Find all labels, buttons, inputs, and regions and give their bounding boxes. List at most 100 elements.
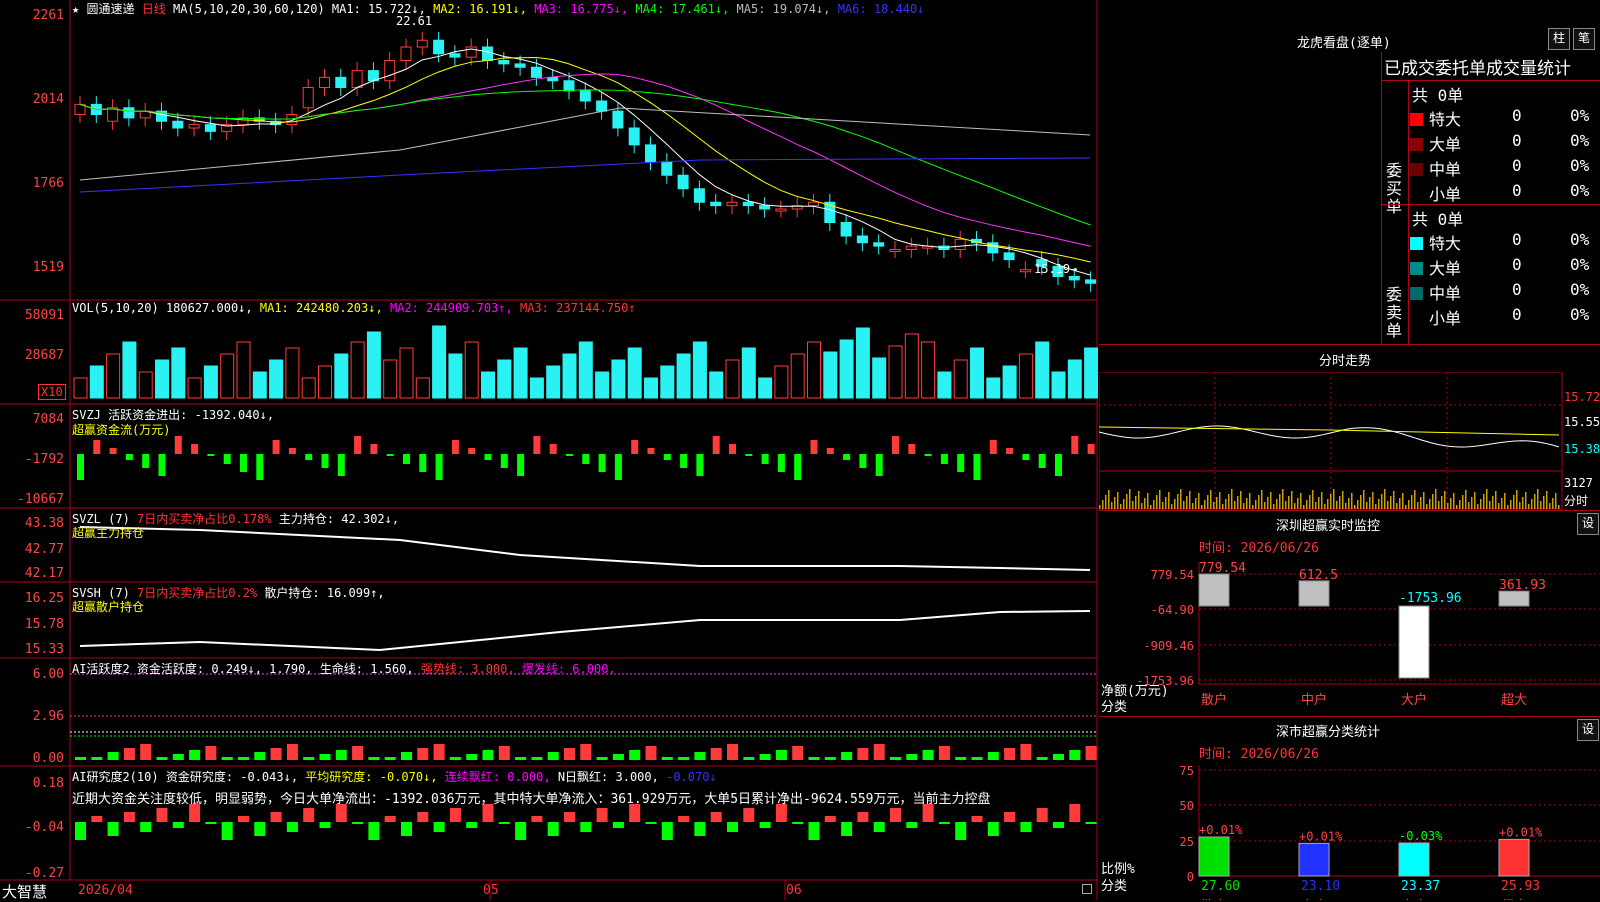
candle-body[interactable] (759, 205, 771, 210)
candle-body[interactable] (335, 76, 347, 88)
candle-body[interactable] (302, 87, 314, 109)
candle-body[interactable] (905, 245, 917, 250)
fund-flow-bar (843, 454, 851, 460)
activity-bar (612, 754, 624, 760)
candle-body[interactable] (1085, 279, 1097, 284)
intraday-vol-bar (1348, 498, 1350, 509)
volume-bar (106, 353, 121, 399)
stock-name[interactable]: 圆通速递 (86, 2, 134, 16)
intraday-vol-bar (1210, 490, 1212, 509)
candle-body[interactable] (286, 114, 298, 126)
lhb-row-name: 特大 (1429, 234, 1462, 253)
volume-bar (839, 339, 854, 399)
fund-flow-bar (1087, 444, 1095, 454)
ai-activity-title: AI活跃度2 (72, 662, 130, 676)
candle-body[interactable] (498, 60, 510, 65)
intraday-vol-bar (1504, 493, 1506, 509)
activity-bar (1085, 746, 1097, 760)
lhb-tabs[interactable]: 已成交委托单成交量统计 (1384, 54, 1571, 79)
intraday-vol-bar (1483, 494, 1485, 509)
candle-body[interactable] (1068, 276, 1080, 281)
vol-yaxis-1: 58091 (24, 308, 64, 323)
research-bar (254, 822, 266, 836)
intraday-chart[interactable] (1099, 372, 1600, 510)
fund-flow-bar (647, 448, 655, 454)
candle-body[interactable] (1003, 252, 1015, 261)
candle-body[interactable] (351, 70, 363, 88)
classify-settings-button[interactable]: 设 (1577, 719, 1599, 741)
candle-body[interactable] (416, 39, 428, 48)
candle-body[interactable] (514, 63, 526, 68)
monitor-settings-button[interactable]: 设 (1577, 513, 1599, 535)
candle-body[interactable] (123, 107, 135, 119)
candle-body[interactable] (726, 201, 738, 207)
candle-body[interactable] (873, 242, 885, 247)
activity-bar (857, 748, 869, 760)
lhb-row-name: 大单 (1429, 135, 1462, 154)
ma2-value: MA2: 16.191↓, (433, 2, 527, 16)
favorite-star-icon[interactable]: ★ (72, 2, 79, 16)
intraday-vol-bar (1258, 495, 1260, 509)
candle-body[interactable] (547, 76, 559, 82)
candle-body[interactable] (856, 235, 868, 244)
candle-body[interactable] (172, 120, 184, 129)
period-label[interactable]: 日线 (142, 2, 166, 16)
candle-body[interactable] (677, 174, 689, 190)
intraday-vol-bar (1114, 497, 1116, 509)
lhb-row-count: 0 (1512, 156, 1522, 175)
intraday-vol-bar (1393, 491, 1395, 509)
fund-flow-bar (142, 454, 150, 468)
candle-body[interactable] (530, 66, 542, 78)
lock-icon[interactable] (1082, 884, 1092, 894)
candle-body[interactable] (612, 110, 624, 129)
fund-flow-bar (1038, 454, 1046, 468)
candle-body[interactable] (188, 124, 200, 129)
candle-body[interactable] (808, 201, 819, 207)
monitor-bar (1498, 590, 1530, 607)
candle-body[interactable] (840, 222, 852, 237)
candle-body[interactable] (204, 124, 216, 132)
candle-body[interactable] (889, 249, 901, 252)
tick-view-button[interactable]: 笔 (1573, 28, 1595, 50)
candle-body[interactable] (693, 188, 705, 203)
candle-body[interactable] (775, 208, 787, 212)
candle-body[interactable] (433, 39, 445, 55)
intraday-vol-bar (1411, 495, 1413, 509)
intraday-vol-bar (1381, 494, 1383, 509)
candle-body[interactable] (384, 60, 396, 82)
volume-bar (366, 331, 381, 399)
candle-body[interactable] (954, 238, 966, 250)
ma-line (79, 89, 1091, 226)
candle-body[interactable] (628, 127, 640, 146)
candle-body[interactable] (482, 46, 493, 61)
intraday-vol-bar (1477, 504, 1479, 509)
research-bar (156, 808, 168, 822)
main-chart-area[interactable]: ★ 圆通速递 日线 MA(5,10,20,30,60,120) MA1: 15.… (0, 0, 1098, 901)
candle-body[interactable] (661, 161, 673, 176)
volume-bar (937, 371, 952, 399)
svsh-holding: 散户持仓: 16.099↑, (264, 586, 385, 600)
column-view-button[interactable]: 柱 (1548, 28, 1570, 50)
research-bar (368, 822, 380, 840)
activity-bar (890, 757, 901, 760)
candle-body[interactable] (710, 201, 722, 207)
candle-body[interactable] (579, 90, 591, 102)
intraday-vol-bar (1420, 497, 1422, 509)
activity-bar (123, 748, 135, 760)
main-holding-line (79, 526, 1091, 571)
intraday-vol-bar (1255, 500, 1257, 509)
candle-body[interactable] (645, 144, 656, 163)
candle-body[interactable] (400, 46, 412, 61)
volume-bar (138, 371, 153, 399)
candle-body[interactable] (1019, 269, 1031, 273)
intraday-vol-bar (1552, 498, 1554, 509)
fund-flow-bar (875, 454, 883, 476)
candle-body[interactable] (319, 76, 330, 88)
candle-body[interactable] (596, 100, 608, 112)
candle-body[interactable] (742, 201, 754, 207)
lhb-row-name: 特大 (1429, 110, 1462, 129)
candle-body[interactable] (563, 80, 575, 92)
activity-bar (384, 757, 396, 760)
candle-body[interactable] (449, 53, 461, 58)
svzj-yaxis-1: 7084 (32, 412, 64, 427)
